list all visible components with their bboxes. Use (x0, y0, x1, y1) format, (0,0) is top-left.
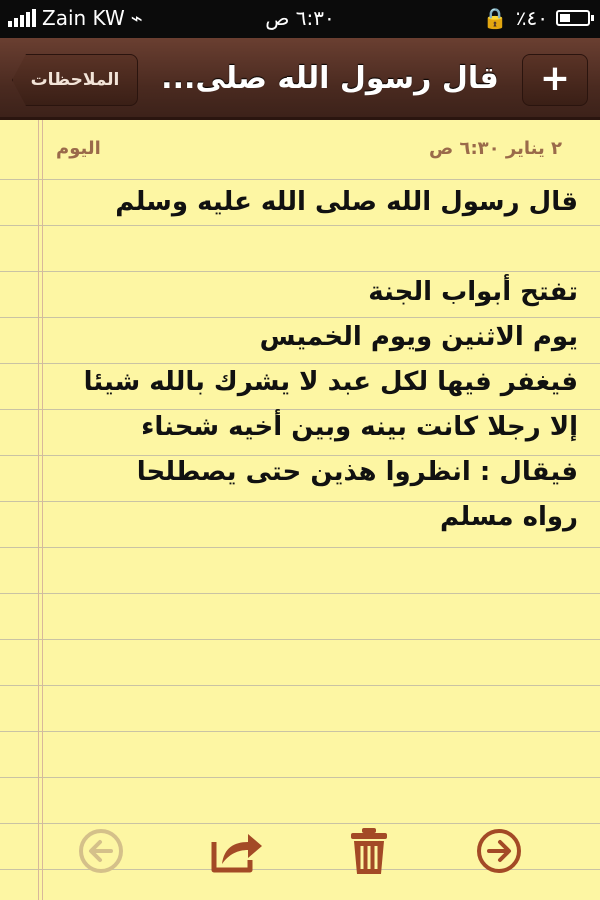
previous-note-button[interactable] (76, 826, 126, 876)
date-label: اليوم (56, 138, 101, 159)
delete-button[interactable] (344, 826, 394, 876)
status-bar: Zain KW ⌁ ٦:٣٠ ص 🔒 ٪٤٠ (0, 0, 600, 38)
note-line (38, 225, 578, 270)
add-note-button[interactable]: + (522, 54, 588, 106)
share-button[interactable] (210, 826, 264, 876)
note-body[interactable]: قال رسول الله صلى الله عليه وسلم تفتح أبو… (38, 180, 578, 540)
note-line: يوم الاثنين ويوم الخميس (259, 322, 578, 352)
page-title: قال رسول الله صلى... (161, 61, 499, 96)
note-line: رواه مسلم (440, 502, 578, 532)
notes-back-button[interactable]: الملاحظات (12, 54, 138, 106)
toolbar (0, 804, 600, 900)
note-date: ٢ يناير ٦:٣٠ ص (428, 138, 562, 159)
next-note-button[interactable] (474, 826, 524, 876)
note-line: فيغفر فيها لكل عبد لا يشرك بالله شيئا (83, 367, 578, 397)
battery-fill (560, 14, 571, 22)
rotation-lock-icon: 🔒 (482, 6, 508, 30)
battery-icon (556, 10, 594, 26)
battery-percent: ٪٤٠ (515, 6, 548, 30)
forward-arrow-icon (477, 829, 521, 873)
note-line: إلا رجلا كانت بينه وبين أخيه شحناء (141, 412, 578, 442)
status-right: 🔒 ٪٤٠ (482, 6, 594, 30)
trash-icon (351, 828, 387, 874)
note-line: فيقال : انظروا هذين حتى يصطلحا (136, 457, 578, 487)
share-icon (211, 834, 262, 873)
note-line: تفتح أبواب الجنة (368, 277, 578, 307)
note-line: قال رسول الله صلى الله عليه وسلم (115, 187, 578, 217)
nav-bar: الملاحظات قال رسول الله صلى... + (0, 38, 600, 120)
back-arrow-icon (79, 829, 123, 873)
note-date-row: اليوم ٢ يناير ٦:٣٠ ص (56, 138, 562, 168)
